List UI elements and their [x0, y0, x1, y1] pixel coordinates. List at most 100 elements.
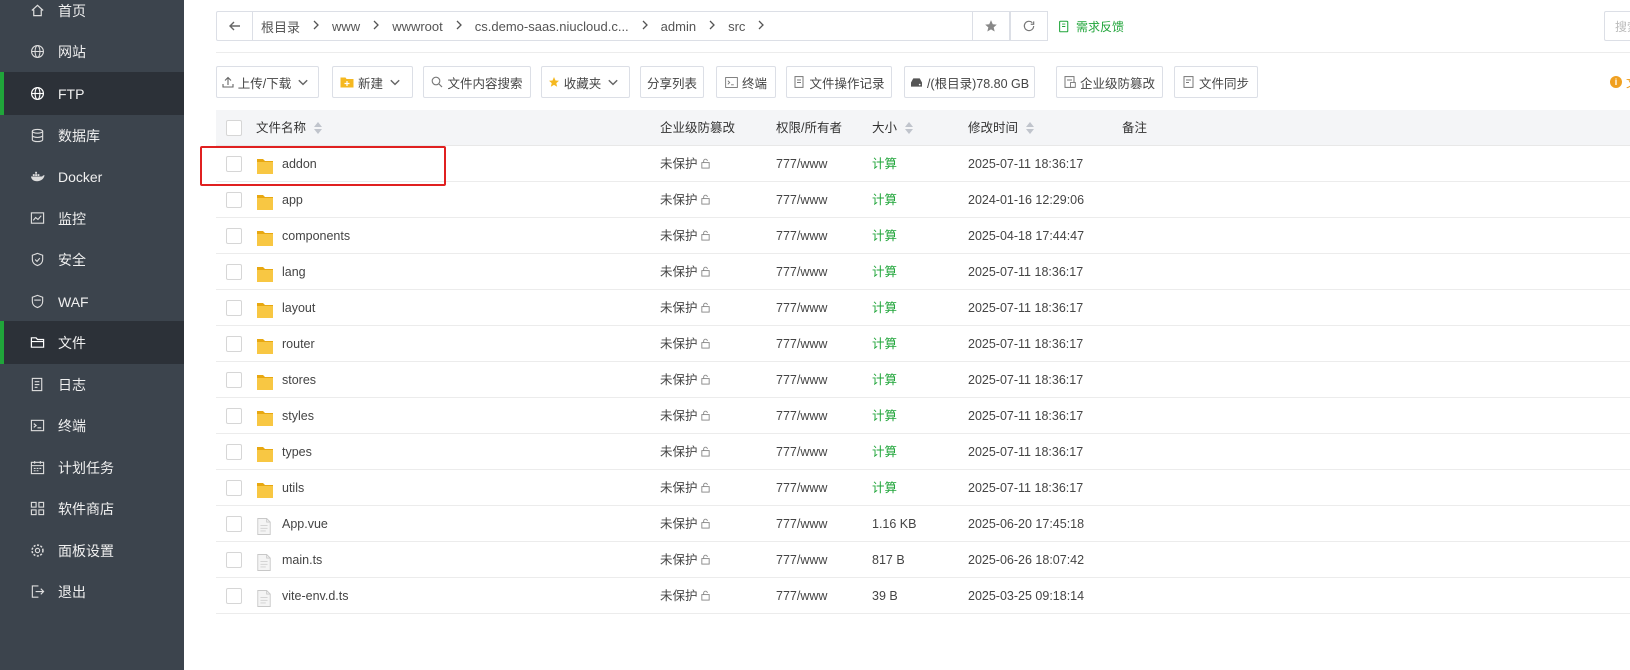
protect-cell[interactable]: 未保护: [660, 182, 711, 218]
file-name-cell[interactable]: styles: [256, 398, 314, 434]
sidebar-item-6[interactable]: 安全: [0, 238, 184, 281]
sidebar-item-9[interactable]: 日志: [0, 363, 184, 406]
file-name[interactable]: main.ts: [282, 542, 322, 578]
row-checkbox[interactable]: [226, 444, 242, 460]
file-operation-log-button[interactable]: 文件操作记录: [786, 66, 892, 98]
protect-cell[interactable]: 未保护: [660, 326, 711, 362]
sidebar-item-7[interactable]: WAF: [0, 280, 184, 323]
file-name[interactable]: app: [282, 182, 303, 218]
breadcrumb-segment[interactable]: 根目录: [261, 17, 300, 36]
table-row[interactable]: lang 未保护 777/www 计算 2025-07-11 18:36:17: [216, 254, 1630, 290]
sidebar-item-12[interactable]: 软件商店: [0, 487, 184, 530]
lock-icon[interactable]: [700, 363, 711, 399]
row-checkbox[interactable]: [226, 192, 242, 208]
file-name[interactable]: lang: [282, 254, 306, 290]
breadcrumb-segment[interactable]: src: [728, 19, 745, 34]
lock-icon[interactable]: [700, 471, 711, 507]
row-checkbox[interactable]: [226, 372, 242, 388]
file-name[interactable]: addon: [282, 146, 317, 182]
lock-icon[interactable]: [700, 291, 711, 327]
size-cell[interactable]: 计算: [872, 470, 897, 506]
sidebar-item-8[interactable]: 文件: [0, 321, 184, 364]
lock-icon[interactable]: [700, 507, 711, 543]
table-row[interactable]: vite-env.d.ts 未保护 777/www 39 B 2025-03-25 09…: [216, 578, 1630, 614]
row-checkbox[interactable]: [226, 408, 242, 424]
row-checkbox[interactable]: [226, 336, 242, 352]
lock-icon[interactable]: [700, 579, 711, 615]
permission-cell[interactable]: 777/www: [776, 182, 827, 218]
row-checkbox[interactable]: [226, 264, 242, 280]
header-size[interactable]: 大小: [872, 110, 914, 146]
file-name-cell[interactable]: types: [256, 434, 312, 470]
size-cell[interactable]: 计算: [872, 218, 897, 254]
table-row[interactable]: types 未保护 777/www 计算 2025-07-11 18:36:17: [216, 434, 1630, 470]
file-name[interactable]: components: [282, 218, 350, 254]
permission-cell[interactable]: 777/www: [776, 578, 827, 614]
protect-cell[interactable]: 未保护: [660, 362, 711, 398]
sidebar-item-10[interactable]: 终端: [0, 404, 184, 447]
sidebar-item-0[interactable]: 首页: [0, 0, 184, 32]
sidebar-item-13[interactable]: 面板设置: [0, 529, 184, 572]
protect-cell[interactable]: 未保护: [660, 398, 711, 434]
file-name[interactable]: layout: [282, 290, 315, 326]
sidebar-item-4[interactable]: Docker: [0, 155, 184, 198]
file-name-cell[interactable]: layout: [256, 290, 315, 326]
size-cell[interactable]: 计算: [872, 326, 897, 362]
breadcrumb-segment[interactable]: wwwroot: [392, 19, 443, 34]
table-row[interactable]: main.ts 未保护 777/www 817 B 2025-06-26 18:07:4…: [216, 542, 1630, 578]
share-list-button[interactable]: 分享列表: [640, 66, 704, 98]
search-input[interactable]: 搜索: [1604, 11, 1630, 41]
header-mtime[interactable]: 修改时间: [968, 110, 1035, 146]
protect-cell[interactable]: 未保护: [660, 578, 711, 614]
file-name-cell[interactable]: stores: [256, 362, 316, 398]
row-checkbox[interactable]: [226, 516, 242, 532]
permission-cell[interactable]: 777/www: [776, 398, 827, 434]
table-row[interactable]: utils 未保护 777/www 计算 2025-07-11 18:36:17: [216, 470, 1630, 506]
file-sync-button[interactable]: 文件同步: [1174, 66, 1258, 98]
table-row[interactable]: App.vue 未保护 777/www 1.16 KB 2025-06-20 17:45…: [216, 506, 1630, 542]
size-cell[interactable]: 计算: [872, 362, 897, 398]
protect-cell[interactable]: 未保护: [660, 290, 711, 326]
permission-cell[interactable]: 777/www: [776, 218, 827, 254]
size-cell[interactable]: 计算: [872, 398, 897, 434]
protect-cell[interactable]: 未保护: [660, 470, 711, 506]
back-button[interactable]: [217, 12, 253, 40]
permission-cell[interactable]: 777/www: [776, 254, 827, 290]
favorite-star-button[interactable]: [972, 11, 1010, 41]
lock-icon[interactable]: [700, 147, 711, 183]
file-name-cell[interactable]: app: [256, 182, 303, 218]
size-cell[interactable]: 计算: [872, 254, 897, 290]
lock-icon[interactable]: [700, 183, 711, 219]
search-content-button[interactable]: 文件内容搜索: [423, 66, 531, 98]
lock-icon[interactable]: [700, 219, 711, 255]
header-name[interactable]: 文件名称: [256, 110, 323, 146]
table-row[interactable]: components 未保护 777/www 计算 2025-04-18 17:44:4…: [216, 218, 1630, 254]
table-row[interactable]: layout 未保护 777/www 计算 2025-07-11 18:36:17: [216, 290, 1630, 326]
permission-cell[interactable]: 777/www: [776, 326, 827, 362]
file-name-cell[interactable]: addon: [256, 146, 317, 182]
permission-cell[interactable]: 777/www: [776, 470, 827, 506]
terminal-button[interactable]: 终端: [716, 66, 776, 98]
upload-download-button[interactable]: 上传/下载: [216, 66, 319, 98]
file-name-cell[interactable]: utils: [256, 470, 304, 506]
size-cell[interactable]: 计算: [872, 146, 897, 182]
protect-cell[interactable]: 未保护: [660, 506, 711, 542]
row-checkbox[interactable]: [226, 552, 242, 568]
file-name-cell[interactable]: vite-env.d.ts: [256, 578, 348, 614]
size-cell[interactable]: 计算: [872, 434, 897, 470]
lock-icon[interactable]: [700, 255, 711, 291]
lock-icon[interactable]: [700, 543, 711, 579]
sidebar-item-2[interactable]: FTP: [0, 72, 184, 115]
lock-icon[interactable]: [700, 399, 711, 435]
size-cell[interactable]: 计算: [872, 290, 897, 326]
breadcrumb[interactable]: 根目录 www wwwroot cs.demo-saas.niucloud.c... a…: [216, 11, 1042, 41]
size-cell[interactable]: 计算: [872, 182, 897, 218]
row-checkbox[interactable]: [226, 588, 242, 604]
breadcrumb-segment[interactable]: admin: [661, 19, 696, 34]
disk-usage-button[interactable]: /(根目录)78.80 GB: [904, 66, 1035, 98]
breadcrumb-segment[interactable]: www: [332, 19, 360, 34]
permission-cell[interactable]: 777/www: [776, 542, 827, 578]
protect-cell[interactable]: 未保护: [660, 218, 711, 254]
sidebar-item-1[interactable]: 网站: [0, 30, 184, 73]
file-name[interactable]: router: [282, 326, 315, 362]
